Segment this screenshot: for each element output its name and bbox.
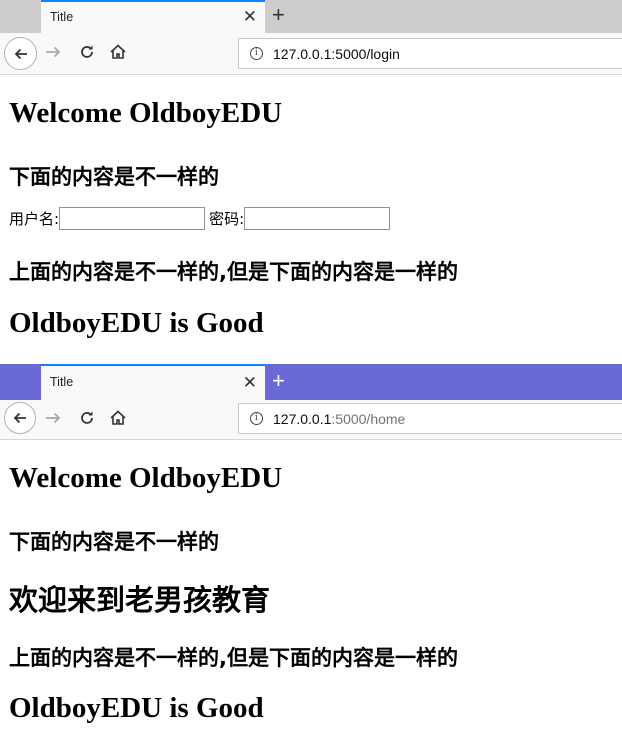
info-icon[interactable]: i (250, 412, 263, 425)
login-form: 用户名: 密码: (9, 207, 394, 230)
url-bar[interactable]: i 127.0.0.1:5000/login (238, 38, 622, 69)
info-icon[interactable]: i (250, 47, 263, 60)
tab-title: Title (50, 375, 74, 389)
middle-heading: 上面的内容是不一样的,但是下面的内容是一样的 (9, 646, 458, 670)
reload-icon[interactable] (77, 42, 97, 67)
back-arrow-icon[interactable] (4, 37, 37, 70)
middle-heading: 上面的内容是不一样的,但是下面的内容是一样的 (9, 260, 458, 284)
forward-arrow-icon[interactable] (43, 42, 63, 67)
url-bar[interactable]: i 127.0.0.1:5000/home (238, 403, 622, 434)
username-label: 用户名: (9, 210, 60, 228)
back-arrow-icon[interactable] (4, 402, 36, 434)
forward-arrow-icon[interactable] (43, 408, 63, 433)
footer-heading: OldboyEDU is Good (9, 692, 264, 724)
tab-active[interactable]: Title ✕ (41, 364, 265, 400)
home-icon[interactable] (108, 42, 128, 67)
nav-bar: i 127.0.0.1:5000/login (0, 33, 622, 75)
url-text: 127.0.0.1:5000/login (273, 46, 400, 62)
tab-bar: Title ✕ + (0, 364, 622, 400)
close-icon[interactable]: ✕ (243, 8, 257, 26)
plus-icon[interactable]: + (272, 3, 285, 27)
welcome-text: 欢迎来到老男孩教育 (9, 583, 271, 617)
tab-active[interactable]: Title ✕ (41, 0, 265, 33)
url-text: 127.0.0.1:5000/home (273, 411, 406, 427)
tab-bar: Title ✕ + (0, 0, 622, 33)
reload-icon[interactable] (77, 408, 97, 433)
tab-title: Title (50, 10, 74, 24)
password-label: 密码: (209, 210, 245, 228)
home-icon[interactable] (108, 408, 128, 433)
subheading: 下面的内容是不一样的 (9, 165, 219, 189)
close-icon[interactable]: ✕ (243, 374, 257, 392)
page-title: Welcome OldboyEDU (9, 97, 283, 129)
footer-heading: OldboyEDU is Good (9, 307, 264, 339)
browser-window-home: Title ✕ + i 127.0.0.1:5000/home Welcome … (0, 364, 622, 752)
browser-window-login: Title ✕ + i 127.0.0.1:5000/login Welcome… (0, 0, 622, 364)
nav-bar: i 127.0.0.1:5000/home (0, 400, 622, 440)
username-input[interactable] (59, 207, 206, 230)
plus-icon[interactable]: + (272, 369, 285, 393)
page-title: Welcome OldboyEDU (9, 462, 283, 494)
password-input[interactable] (244, 207, 391, 230)
subheading: 下面的内容是不一样的 (9, 530, 219, 554)
